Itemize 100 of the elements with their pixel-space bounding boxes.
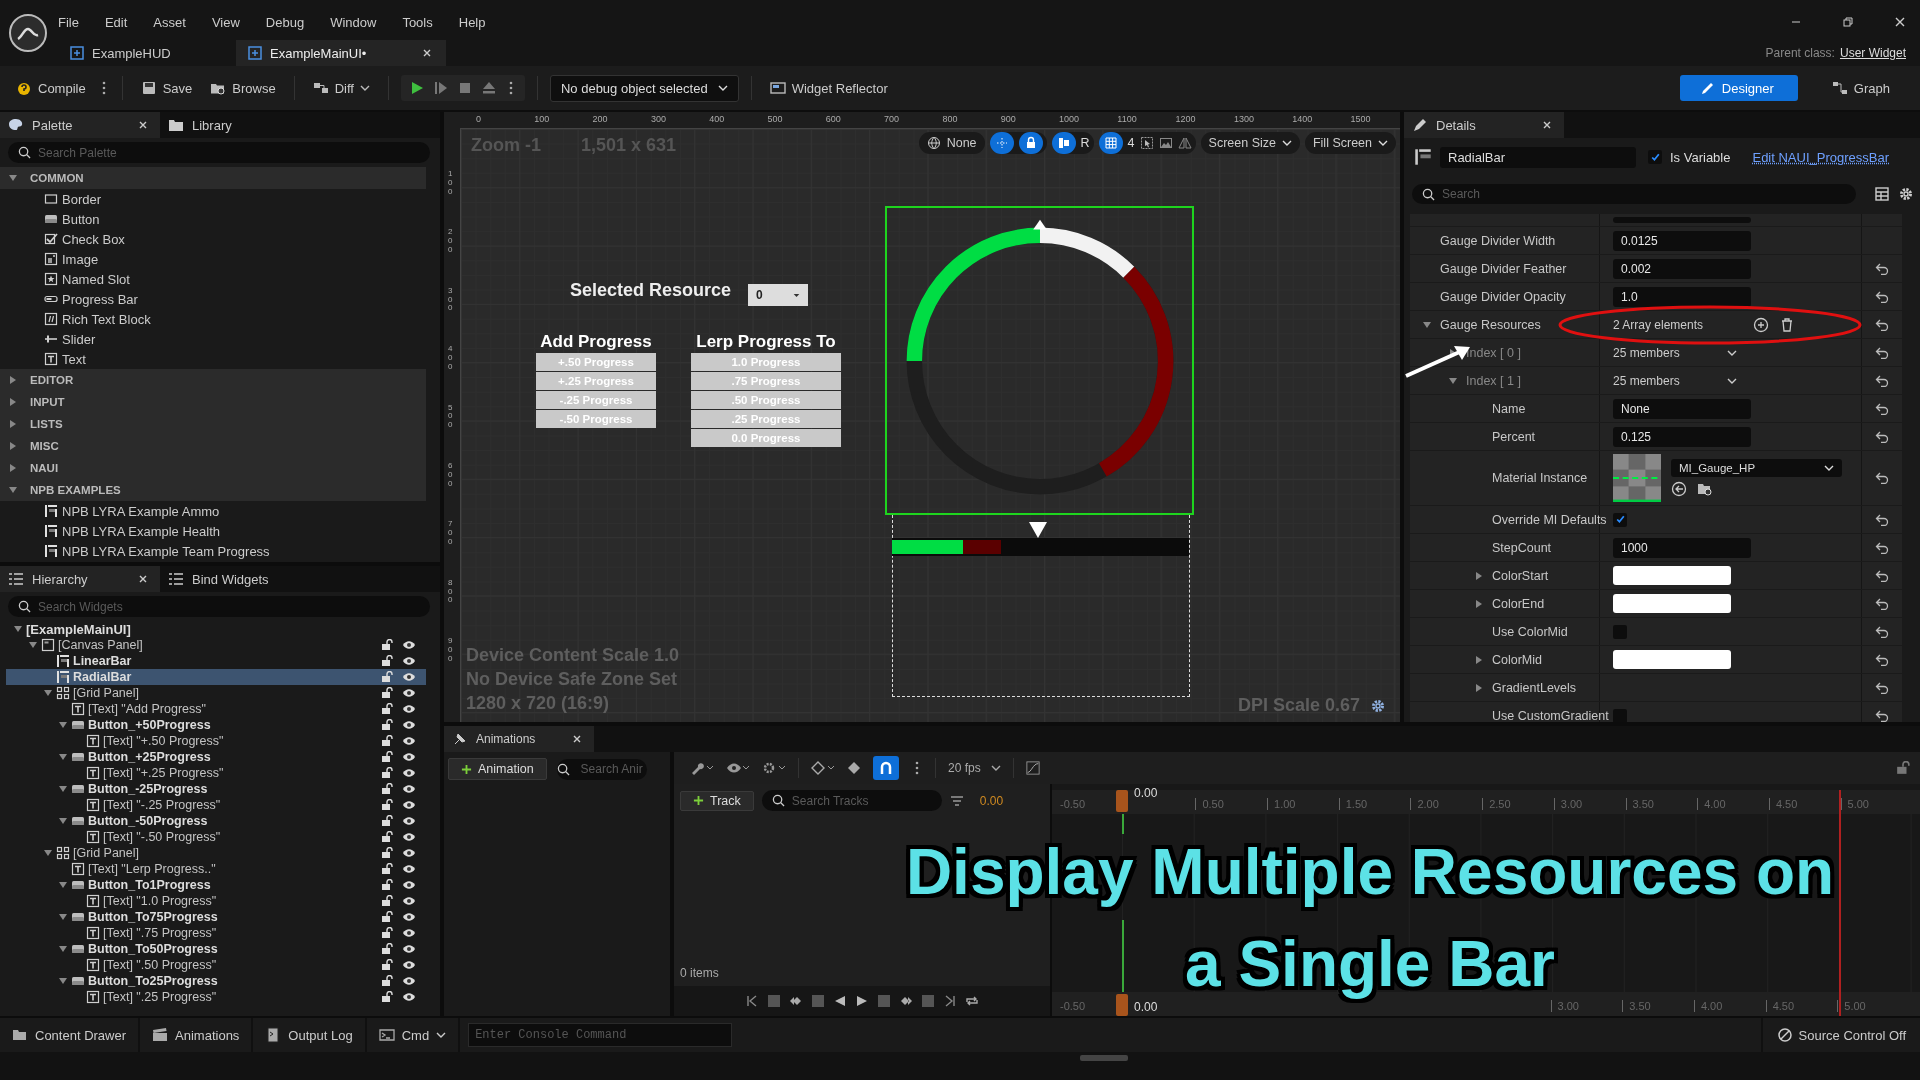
panel-tab[interactable]: Hierarchy	[0, 566, 160, 592]
use-selected-icon[interactable]	[1671, 481, 1687, 497]
value-field[interactable]: 0.125	[1613, 426, 1751, 447]
tree-item[interactable]: Button_To1Progress	[6, 877, 426, 893]
tree-item[interactable]: [Canvas Panel]	[6, 637, 426, 653]
tree-item[interactable]: RadialBar	[6, 669, 426, 685]
reset-icon[interactable]	[1875, 318, 1889, 331]
lock-toggle[interactable]	[1018, 132, 1043, 154]
close-icon[interactable]	[1542, 120, 1552, 130]
tree-item[interactable]: [Text] "+.50 Progress"	[6, 733, 426, 749]
eye-icon[interactable]	[402, 752, 416, 762]
palette-item[interactable]: NPB LYRA Example Ammo	[0, 501, 426, 521]
palette-item[interactable]: Check Box	[0, 229, 426, 249]
reset-icon[interactable]	[1875, 569, 1889, 582]
tree-item[interactable]: [Text] "Lerp Progress.."	[6, 861, 426, 877]
reset-icon[interactable]	[1875, 430, 1889, 443]
settings-icon[interactable]	[1898, 186, 1914, 202]
step-icon[interactable]	[432, 80, 449, 96]
value-field[interactable]: None	[1613, 398, 1751, 419]
close-icon[interactable]	[1894, 16, 1906, 28]
unlock-icon[interactable]	[381, 863, 393, 875]
reset-icon[interactable]	[1875, 290, 1889, 303]
eye-icon[interactable]	[402, 800, 416, 810]
close-icon[interactable]	[422, 48, 432, 58]
eye-icon[interactable]	[402, 992, 416, 1002]
transform-toggle[interactable]	[989, 132, 1014, 154]
search-field[interactable]: Search Anir	[556, 758, 647, 780]
restore-icon[interactable]	[1842, 16, 1854, 28]
stop-icon[interactable]	[877, 994, 891, 1008]
unlock-icon[interactable]	[381, 767, 393, 779]
settings-icon[interactable]	[1370, 698, 1386, 714]
reset-icon[interactable]	[1875, 262, 1889, 275]
category-header[interactable]: NPB EXAMPLES	[0, 479, 426, 501]
reset-icon[interactable]	[1875, 681, 1889, 694]
diff-button[interactable]: Diff	[306, 76, 376, 100]
palette-item[interactable]: Image	[0, 249, 426, 269]
stop-icon[interactable]	[921, 994, 935, 1008]
menu-item[interactable]: View	[211, 14, 240, 30]
members-dropdown[interactable]: 25 members	[1613, 345, 1737, 360]
more-icon[interactable]	[101, 81, 106, 95]
console-input[interactable]: Enter Console Command	[468, 1023, 733, 1047]
panel-tab[interactable]: Bind Widgets	[160, 566, 320, 592]
wrench-icon[interactable]	[690, 761, 714, 775]
menu-item[interactable]: File	[58, 14, 79, 30]
eye-icon[interactable]	[402, 976, 416, 986]
stop-icon[interactable]	[767, 994, 781, 1008]
edit-link[interactable]: Edit NAUI_ProgressBar	[1752, 149, 1890, 165]
eye-icon[interactable]	[402, 688, 416, 698]
reverse-icon[interactable]	[833, 994, 847, 1008]
mode-tab[interactable]: Graph	[1811, 75, 1910, 101]
reset-icon[interactable]	[1875, 541, 1889, 554]
unlock-icon[interactable]	[381, 975, 393, 987]
asset-dropdown[interactable]: MI_Gauge_HP	[1671, 459, 1842, 477]
document-tab[interactable]: ExampleMainUI•	[236, 40, 446, 66]
tree-item[interactable]: Button_-25Progress	[6, 781, 426, 797]
eye-icon[interactable]	[402, 704, 416, 714]
reset-icon[interactable]	[1875, 402, 1889, 415]
reset-icon[interactable]	[1875, 625, 1889, 638]
language-button[interactable]: None	[918, 132, 985, 154]
mode-tab[interactable]: Designer	[1679, 75, 1798, 101]
tree-item[interactable]: Button_To50Progress	[6, 941, 426, 957]
next-key-icon[interactable]	[899, 994, 913, 1008]
close-icon[interactable]	[138, 574, 148, 584]
palette-item[interactable]: Rich Text Block	[0, 309, 426, 329]
panel-tab[interactable]: Library	[160, 112, 320, 138]
palette-item[interactable]: Text	[0, 349, 426, 369]
eye-icon[interactable]	[402, 816, 416, 826]
panel-tab[interactable]: Palette	[0, 112, 160, 138]
eye-icon[interactable]	[402, 768, 416, 778]
value-field[interactable]: 0.0125	[1613, 230, 1751, 251]
document-tab[interactable]: ExampleHUD	[58, 40, 236, 66]
reset-icon[interactable]	[1875, 472, 1889, 484]
unlock-icon[interactable]	[381, 927, 393, 939]
palette-item[interactable]: NPB LYRA Example Team Progress	[0, 541, 426, 561]
previous-key-icon[interactable]	[789, 994, 803, 1008]
tree-item[interactable]: [Text] "1.0 Progress"	[6, 893, 426, 909]
unlock-icon[interactable]	[381, 943, 393, 955]
more-icon[interactable]	[508, 81, 513, 95]
jump-start-icon[interactable]	[745, 994, 759, 1008]
palette-item[interactable]: Border	[0, 189, 426, 209]
search-field[interactable]: Search Widgets	[8, 596, 430, 617]
grid-snap-toggle[interactable]	[1098, 132, 1123, 154]
tree-item[interactable]: LinearBar	[6, 653, 426, 669]
image-icon[interactable]	[1158, 136, 1173, 150]
tree-item[interactable]: Button_-50Progress	[6, 813, 426, 829]
eye-icon[interactable]	[402, 848, 416, 858]
compile-button[interactable]: Compile	[10, 76, 92, 100]
widget-reflector-button[interactable]: Widget Reflector	[763, 76, 894, 100]
add-icon[interactable]	[1753, 316, 1769, 333]
debug-object-dropdown[interactable]: No debug object selected	[549, 74, 739, 102]
tree-item[interactable]: [Text] ".50 Progress"	[6, 957, 426, 973]
unlock-icon[interactable]	[381, 671, 393, 683]
tree-item[interactable]: [Text] "-.25 Progress"	[6, 797, 426, 813]
menu-item[interactable]: Window	[330, 14, 377, 30]
unlock-icon[interactable]	[381, 783, 393, 795]
category-header[interactable]: INPUT	[0, 391, 426, 413]
menu-item[interactable]: Debug	[265, 14, 305, 30]
reset-icon[interactable]	[1875, 709, 1889, 722]
key-icon[interactable]	[811, 761, 835, 775]
search-field[interactable]: Search Palette	[8, 142, 430, 163]
